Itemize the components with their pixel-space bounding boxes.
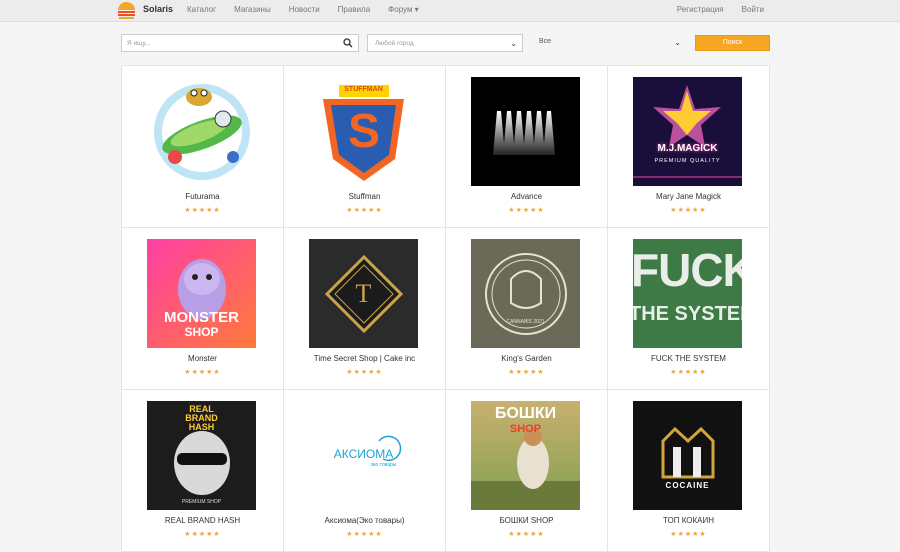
stuffman-label: STUFFMAN [344,86,383,93]
top-cocaine-label: COCAINE [665,481,710,490]
rating-stars: ★★★★★ [184,531,221,538]
search-icon[interactable] [343,38,353,48]
chevron-down-icon: ⌄ [674,38,681,47]
shop-name[interactable]: Advance [446,192,607,201]
fts-logo-icon[interactable]: FUCK THE SYSTEM [633,239,742,348]
fts-label: FUCK [633,244,742,296]
mjm-logo-icon[interactable]: M.J.MAGICK PREMIUM QUALITY [633,77,742,186]
shop-name[interactable]: REAL BRAND HASH [122,516,283,525]
boshki-sublabel: SHOP [509,423,542,435]
shop-card[interactable]: БОШКИ SHOP БОШКИ SHOP ★★★★★ [446,389,608,552]
category-select[interactable]: Все ⌄ [532,34,686,52]
rating-stars: ★★★★★ [508,369,545,376]
shop-name[interactable]: БОШКИ SHOP [446,516,607,525]
rbh-label: REAL BRAND HASH [185,404,218,432]
svg-text:S: S [348,105,380,158]
rating-stars: ★★★★★ [184,207,221,214]
stuffman-logo-icon[interactable]: S STUFFMAN [309,77,418,186]
shop-grid: Futurama ★★★★★ S STUFFMAN Stuffman ★★★★★ [121,65,770,552]
main-nav: Каталог Магазины Новости Правила Форум ▾ [187,5,437,14]
boshki-label: БОШКИ [494,405,557,422]
boshki-logo-icon[interactable]: БОШКИ SHOP [471,401,580,510]
shop-name[interactable]: Аксиома(Эко товары) [284,516,445,525]
rating-stars: ★★★★★ [346,531,383,538]
search-input[interactable]: Я ищу... [121,34,359,52]
shop-name[interactable]: Stuffman [284,192,445,201]
shop-card[interactable]: MONSTER SHOP Monster ★★★★★ [122,227,284,390]
nav-shops[interactable]: Магазины [234,5,271,14]
filter-bar: Я ищу... Любой город ⌄ Все ⌄ Поиск [121,34,770,52]
shop-name[interactable]: King's Garden [446,354,607,363]
monster-label: MONSTER [164,309,239,326]
auth-nav: Регистрация Войти [659,5,764,14]
brand-name[interactable]: Solaris [143,4,173,14]
city-select[interactable]: Любой город ⌄ [367,34,523,52]
shop-card[interactable]: REAL BRAND HASH PREMIUM SHOP REAL BRAND … [122,389,284,552]
shop-card[interactable]: FUCK THE SYSTEM FUCK THE SYSTEM ★★★★★ [608,227,770,390]
rating-stars: ★★★★★ [670,531,707,538]
advance-logo-icon[interactable] [471,77,580,186]
rating-stars: ★★★★★ [670,207,707,214]
fts-sublabel: THE SYSTEM [633,303,742,325]
monster-sublabel: SHOP [184,325,219,339]
rating-stars: ★★★★★ [346,369,383,376]
shop-name[interactable]: Time Secret Shop | Cake inc [284,354,445,363]
shop-name[interactable]: FUCK THE SYSTEM [608,354,769,363]
rating-stars: ★★★★★ [508,531,545,538]
city-select-value: Любой город [375,40,414,47]
monster-logo-icon[interactable]: MONSTER SHOP [147,239,256,348]
kings-garden-logo-icon[interactable]: CANNABIS 2021 [471,239,580,348]
shop-card[interactable]: S STUFFMAN Stuffman ★★★★★ [284,65,446,228]
login-link[interactable]: Войти [742,5,764,14]
shop-card[interactable]: T Time Secret Shop | Cake inc ★★★★★ [284,227,446,390]
chevron-down-icon: ⌄ [510,39,517,48]
rating-stars: ★★★★★ [184,369,221,376]
rbh-logo-icon[interactable]: REAL BRAND HASH PREMIUM SHOP [147,401,256,510]
shop-name[interactable]: ТОП КОКАИН [608,516,769,525]
aksioma-sublabel: эко товары [370,462,397,468]
nav-catalog[interactable]: Каталог [187,5,216,14]
top-navigation-bar: Solaris Каталог Магазины Новости Правила… [0,0,900,22]
aksioma-label: АКСИОМА [333,447,394,461]
shop-card[interactable]: АКСИОМА эко товары Аксиома(Эко товары) ★… [284,389,446,552]
nav-news[interactable]: Новости [289,5,320,14]
solaris-logo-icon[interactable] [117,2,136,19]
shop-card[interactable]: COCAINE ТОП КОКАИН ★★★★★ [608,389,770,552]
mjm-label: M.J.MAGICK [657,143,718,154]
rating-stars: ★★★★★ [670,369,707,376]
register-link[interactable]: Регистрация [677,5,724,14]
time-secret-label: T [355,279,372,308]
nav-rules[interactable]: Правила [338,5,370,14]
rating-stars: ★★★★★ [346,207,383,214]
rbh-sublabel: PREMIUM SHOP [181,499,222,505]
time-secret-logo-icon[interactable]: T [309,239,418,348]
top-cocaine-logo-icon[interactable]: COCAINE [633,401,742,510]
shop-card[interactable]: Futurama ★★★★★ [122,65,284,228]
mjm-sublabel: PREMIUM QUALITY [654,158,721,164]
shop-card[interactable]: M.J.MAGICK PREMIUM QUALITY Mary Jane Mag… [608,65,770,228]
shop-card[interactable]: CANNABIS 2021 King's Garden ★★★★★ [446,227,608,390]
kings-garden-label: CANNABIS 2021 [506,319,545,325]
rating-stars: ★★★★★ [508,207,545,214]
category-select-value: Все [539,38,552,45]
shop-name[interactable]: Mary Jane Magick [608,192,769,201]
shop-card[interactable]: Advance ★★★★★ [446,65,608,228]
futurama-logo-icon[interactable] [147,77,256,186]
nav-forum-dropdown[interactable]: Форум ▾ [388,5,419,14]
shop-name[interactable]: Futurama [122,192,283,201]
search-button[interactable]: Поиск [695,35,770,51]
aksioma-logo-icon[interactable]: АКСИОМА эко товары [309,401,418,510]
shop-name[interactable]: Monster [122,354,283,363]
search-placeholder: Я ищу... [127,40,151,47]
